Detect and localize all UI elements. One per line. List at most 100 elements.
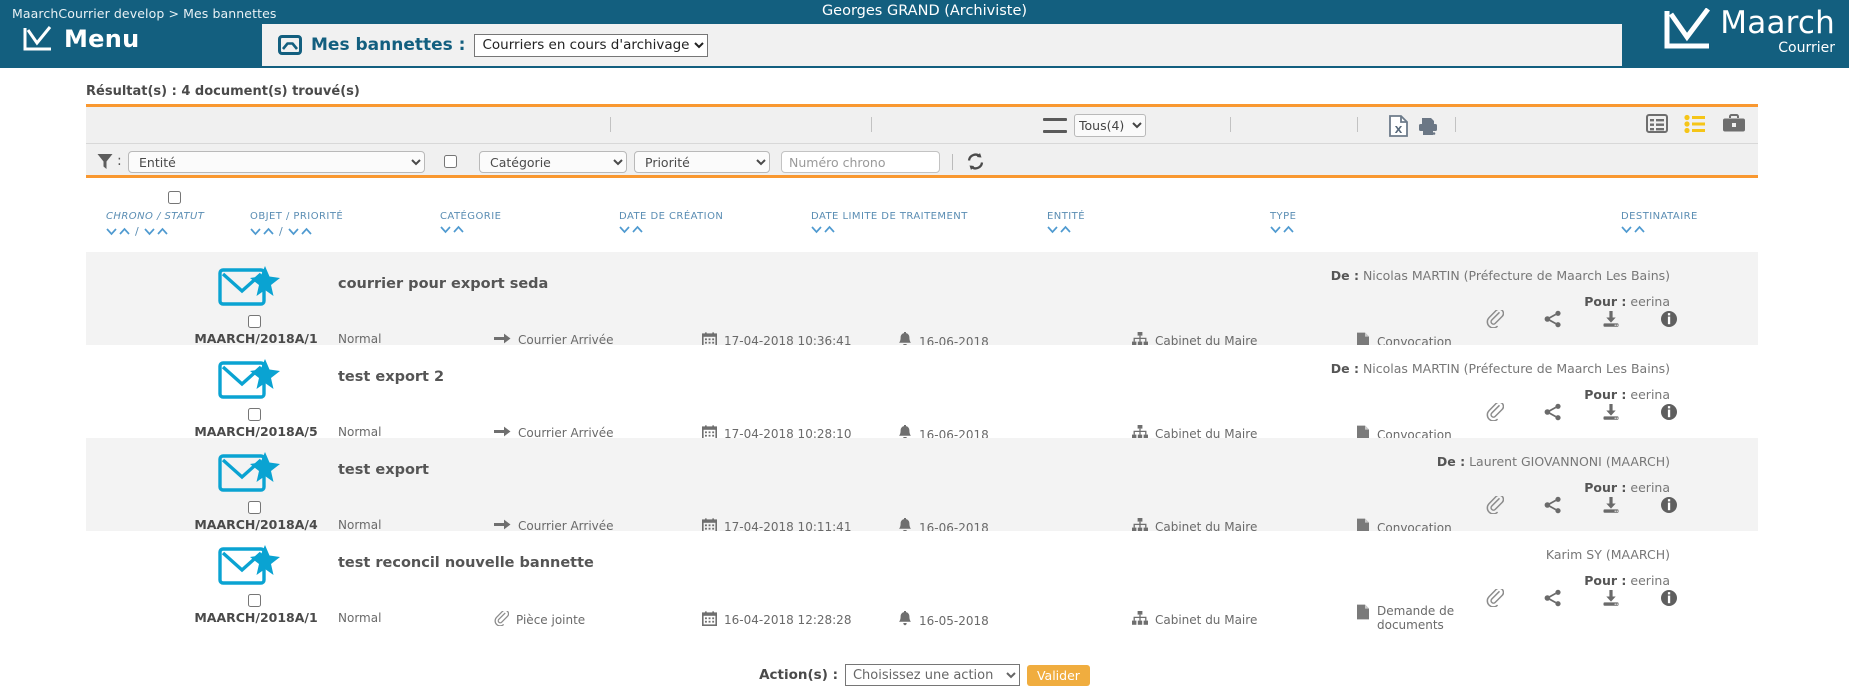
info-icon[interactable] <box>1660 496 1678 518</box>
row-sender-line: Karim SY (MAARCH) <box>1240 547 1670 564</box>
paperclip-icon[interactable] <box>1486 587 1505 611</box>
share-icon[interactable] <box>1544 310 1562 332</box>
row-checkbox[interactable] <box>248 594 261 607</box>
sort-desc-icon[interactable] <box>250 227 261 236</box>
column-header-date-creation[interactable]: DATE DE CRÉATION <box>619 211 723 234</box>
info-icon[interactable] <box>1660 589 1678 611</box>
row-checkbox[interactable] <box>248 408 261 421</box>
download-icon[interactable] <box>1602 496 1620 518</box>
priority-filter-select[interactable]: Priorité <box>634 151 770 173</box>
row-subject[interactable]: courrier pour export seda <box>338 276 548 292</box>
sort-desc-icon[interactable] <box>144 227 155 236</box>
sort-controls[interactable]: / <box>250 225 343 238</box>
sort-asc-icon[interactable] <box>453 225 464 234</box>
row-subject[interactable]: test export 2 <box>338 369 444 385</box>
row-chrono: MAARCH/2018A/1 <box>194 610 318 625</box>
list-view-icon[interactable] <box>1684 114 1706 137</box>
download-icon[interactable] <box>1602 589 1620 611</box>
results-count-label: Résultat(s) : 4 document(s) trouvé(s) <box>86 84 360 99</box>
print-icon[interactable] <box>1417 115 1439 141</box>
validate-button[interactable]: Valider <box>1026 664 1090 686</box>
share-icon[interactable] <box>1544 496 1562 518</box>
sort-desc-icon[interactable] <box>619 225 630 234</box>
sort-asc-icon[interactable] <box>119 227 130 236</box>
sort-asc-icon[interactable] <box>1283 225 1294 234</box>
row-checkbox[interactable] <box>248 315 261 328</box>
sort-controls[interactable] <box>1621 225 1698 234</box>
envelope-new-icon <box>218 264 282 313</box>
refresh-icon[interactable] <box>966 152 985 175</box>
sort-controls[interactable] <box>811 225 968 234</box>
table-row[interactable]: MAARCH/2018A/4 test export Normal Courri… <box>86 438 1758 535</box>
table-view-icon[interactable] <box>1646 114 1668 137</box>
table-row[interactable]: MAARCH/2018A/5 test export 2 Normal Cour… <box>86 345 1758 442</box>
sort-desc-icon[interactable] <box>106 227 117 236</box>
sort-divider: / <box>135 225 139 238</box>
sort-asc-icon[interactable] <box>157 227 168 236</box>
download-icon[interactable] <box>1602 403 1620 425</box>
column-header-objet-priorite[interactable]: OBJET / PRIORITÉ / <box>250 211 343 238</box>
column-header-entite[interactable]: ENTITÉ <box>1047 211 1085 234</box>
filter-checkbox[interactable] <box>444 155 457 168</box>
column-header-date-limite[interactable]: DATE LIMITE DE TRAITEMENT <box>811 211 968 234</box>
footer-action-bar: Action(s) : Choisissez une action Valide… <box>0 664 1849 686</box>
menu-button[interactable]: Menu <box>22 25 140 53</box>
sort-controls[interactable] <box>440 225 501 234</box>
category-filter-select[interactable]: Catégorie <box>479 151 627 173</box>
row-recipient-prefix: Pour : <box>1584 386 1627 402</box>
row-subject[interactable]: test reconcil nouvelle bannette <box>338 555 594 571</box>
sort-asc-icon[interactable] <box>632 225 643 234</box>
sort-asc-icon[interactable] <box>263 227 274 236</box>
sort-controls[interactable] <box>1270 225 1296 234</box>
sort-desc-icon[interactable] <box>811 225 822 234</box>
chrono-number-input[interactable] <box>781 151 940 173</box>
column-header-categorie[interactable]: CATÉGORIE <box>440 211 501 234</box>
share-icon[interactable] <box>1544 403 1562 425</box>
hamburger-icon[interactable] <box>1043 118 1067 133</box>
paperclip-icon[interactable] <box>1486 494 1505 518</box>
column-label: ENTITÉ <box>1047 211 1085 222</box>
sort-desc-icon[interactable] <box>1270 225 1281 234</box>
selection-count-select[interactable]: Tous(4) <box>1074 114 1146 137</box>
paperclip-icon[interactable] <box>1486 401 1505 425</box>
sort-desc-icon[interactable] <box>288 227 299 236</box>
row-checkbox[interactable] <box>248 501 261 514</box>
info-icon[interactable] <box>1660 403 1678 425</box>
table-rows: MAARCH/2018A/1 courrier pour export seda… <box>86 252 1758 632</box>
bannette-select[interactable]: Courriers en cours d'archivage <box>474 33 709 57</box>
table-row[interactable]: MAARCH/2018A/1 test reconcil nouvelle ba… <box>86 531 1758 632</box>
column-header-destinataire[interactable]: DESTINATAIRE <box>1621 211 1698 234</box>
actions-label: Action(s) : <box>759 667 838 683</box>
paperclip-icon <box>494 609 510 629</box>
table-row[interactable]: MAARCH/2018A/1 courrier pour export seda… <box>86 252 1758 349</box>
action-select[interactable]: Choisissez une action <box>844 664 1020 686</box>
entity-filter-select[interactable]: Entité <box>128 151 425 173</box>
sort-desc-icon[interactable] <box>1621 225 1632 234</box>
maarch-logo-icon <box>1664 8 1711 49</box>
column-label: TYPE <box>1270 211 1297 222</box>
sort-asc-icon[interactable] <box>301 227 312 236</box>
info-icon[interactable] <box>1660 310 1678 332</box>
sort-asc-icon[interactable] <box>824 225 835 234</box>
row-subject[interactable]: test export <box>338 462 429 478</box>
sort-asc-icon[interactable] <box>1634 225 1645 234</box>
column-header-chrono-statut[interactable]: CHRONO / STATUT / <box>106 211 204 238</box>
download-icon[interactable] <box>1602 310 1620 332</box>
sort-asc-icon[interactable] <box>1060 225 1071 234</box>
sort-desc-icon[interactable] <box>440 225 451 234</box>
briefcase-view-icon[interactable] <box>1722 114 1746 137</box>
column-header-type[interactable]: TYPE <box>1270 211 1296 234</box>
envelope-new-icon <box>218 543 282 592</box>
sort-controls[interactable] <box>1047 225 1085 234</box>
sort-controls[interactable] <box>619 225 723 234</box>
row-recipient-line: Pour : eerina <box>1240 294 1670 309</box>
paperclip-icon[interactable] <box>1486 308 1505 332</box>
excel-export-icon[interactable]: X <box>1388 115 1409 141</box>
select-all-checkbox[interactable] <box>168 191 181 204</box>
sort-controls[interactable]: / <box>106 225 204 238</box>
row-sender-text: Nicolas MARTIN (Préfecture de Maarch Les… <box>1362 268 1670 283</box>
brand-subtitle: Courrier <box>1778 40 1835 56</box>
share-icon[interactable] <box>1544 589 1562 611</box>
sort-desc-icon[interactable] <box>1047 225 1058 234</box>
toolbar-separator <box>1455 117 1456 132</box>
